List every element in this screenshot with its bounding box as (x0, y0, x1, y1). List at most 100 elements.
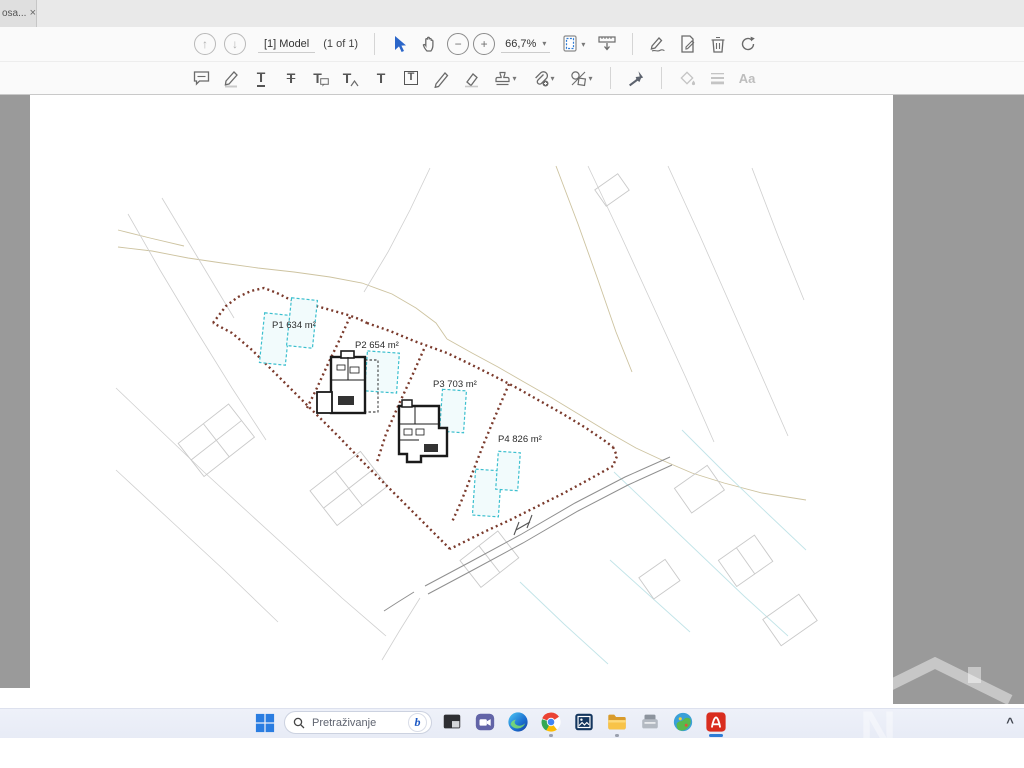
chevron-down-icon: ▾ (542, 39, 546, 48)
paint-icon[interactable] (671, 710, 695, 734)
tab-bar: osa... × (0, 0, 1024, 28)
hand-tool-button[interactable] (415, 30, 445, 58)
plus-icon: + (473, 33, 495, 55)
zoom-in-button[interactable]: + (471, 30, 497, 58)
main-toolbar: ↑ ↓ [1] Model (1 of 1) − + 66,7% ▾ (0, 27, 1024, 62)
active-indicator (709, 734, 723, 737)
fill-color-button[interactable] (672, 64, 702, 92)
page-fit-icon (561, 34, 581, 54)
chevron-down-icon: ▾ (588, 74, 592, 83)
line-weight-icon (708, 69, 727, 88)
nav-panel-rail (0, 95, 30, 688)
erase-button[interactable] (456, 64, 486, 92)
toolbar-separator (610, 67, 611, 89)
tray-chevron-button[interactable]: ^ (1000, 712, 1020, 732)
previous-page-button[interactable]: ↑ (190, 30, 220, 58)
site-plan-drawing: P1 634 m² P2 654 m² P3 703 m² P4 826 m² (30, 95, 893, 708)
pencil-icon (432, 69, 451, 88)
replace-text-button[interactable]: T (306, 64, 336, 92)
cursor-arrow-icon (391, 35, 409, 53)
replace-bubble-icon (320, 78, 329, 87)
running-indicator (549, 734, 553, 737)
minus-icon: − (447, 33, 469, 55)
comment-bubble-icon (192, 69, 211, 88)
arrow-up-icon: ↑ (194, 33, 216, 55)
acrobat-window: osa... × ↑ ↓ [1] Model (1 of 1) − + (0, 0, 1024, 768)
zoom-value: 66,7% (505, 38, 536, 50)
plot-label-p2: P2 654 m² (355, 340, 399, 351)
comment-toolbar: T T T T T T (0, 62, 1024, 95)
search-input[interactable] (310, 716, 403, 730)
paperclip-icon (531, 69, 550, 88)
attachment-dropdown[interactable]: ▾ (524, 64, 562, 92)
stamp-dropdown[interactable]: ▾ (486, 64, 524, 92)
fit-width-button[interactable] (592, 30, 622, 58)
taskbar-search-box[interactable]: b (284, 711, 432, 734)
pushpin-icon (627, 69, 645, 87)
road-gate-symbol (514, 515, 532, 535)
scanner-app-icon[interactable] (638, 710, 662, 734)
highlight-button[interactable] (216, 64, 246, 92)
text-box-button[interactable]: T (396, 64, 426, 92)
eraser-icon (462, 69, 481, 88)
sign-button[interactable] (643, 30, 673, 58)
tab-title: osa... (2, 8, 26, 19)
text-box-icon: T (404, 71, 419, 85)
zoom-out-button[interactable]: − (445, 30, 471, 58)
chrome-icon[interactable] (539, 710, 563, 734)
toolbar-separator (661, 67, 662, 89)
sticky-note-button[interactable] (186, 64, 216, 92)
select-tool-button[interactable] (385, 30, 415, 58)
photos-icon[interactable] (572, 710, 596, 734)
page-edit-icon (678, 34, 698, 54)
rotate-button[interactable] (733, 30, 763, 58)
cadastre-tan-lines (118, 166, 806, 500)
create-pdf-button[interactable] (673, 30, 703, 58)
drawing-tools-dropdown[interactable]: ▾ (562, 64, 600, 92)
delete-button[interactable] (703, 30, 733, 58)
floor-plan-2 (399, 400, 447, 462)
start-button[interactable] (254, 712, 276, 734)
arrow-down-icon: ↓ (224, 33, 246, 55)
insert-text-button[interactable]: T (336, 64, 366, 92)
task-view-icon[interactable] (440, 710, 464, 734)
line-thickness-button[interactable] (702, 64, 732, 92)
add-text-button[interactable]: T (366, 64, 396, 92)
add-text-icon: T (377, 71, 386, 85)
page-count-label: (1 of 1) (323, 38, 358, 50)
file-explorer-icon[interactable] (605, 710, 629, 734)
keep-tool-selected-button[interactable] (621, 64, 651, 92)
tab-close-icon[interactable]: × (30, 8, 36, 19)
shapes-icon (569, 69, 588, 88)
text-properties-button[interactable]: Aa (732, 64, 762, 92)
workspace-background (893, 95, 1024, 704)
strikethrough-text-icon: T (287, 71, 296, 85)
plot-label-p4: P4 826 m² (498, 434, 542, 445)
stamp-icon (493, 69, 512, 88)
document-tab[interactable]: osa... × (0, 0, 37, 27)
highlighter-icon (222, 69, 241, 88)
bing-icon: b (408, 713, 427, 732)
zoom-level-dropdown[interactable]: 66,7% ▾ (501, 36, 550, 53)
next-page-button[interactable]: ↓ (220, 30, 250, 58)
rotate-icon (738, 34, 758, 54)
draw-button[interactable] (426, 64, 456, 92)
underline-text-button[interactable]: T (246, 64, 276, 92)
hand-icon (421, 35, 439, 53)
acrobat-icon[interactable] (704, 710, 728, 734)
insert-caret-icon (350, 80, 359, 87)
toolbar-separator (374, 33, 375, 55)
search-icon (293, 717, 305, 729)
page-number-field[interactable]: [1] Model (258, 36, 315, 53)
signature-icon (648, 34, 668, 54)
trash-icon (708, 34, 728, 54)
chevron-down-icon: ▾ (512, 74, 516, 83)
strikethrough-text-button[interactable]: T (276, 64, 306, 92)
road (384, 457, 672, 611)
taskbar-app-icons (440, 710, 728, 734)
plot-label-p1: P1 634 m² (272, 320, 316, 331)
page-display-dropdown[interactable]: ▾ (554, 30, 592, 58)
edge-icon[interactable] (506, 710, 530, 734)
teams-icon[interactable] (473, 710, 497, 734)
plot-label-p3: P3 703 m² (433, 379, 477, 390)
